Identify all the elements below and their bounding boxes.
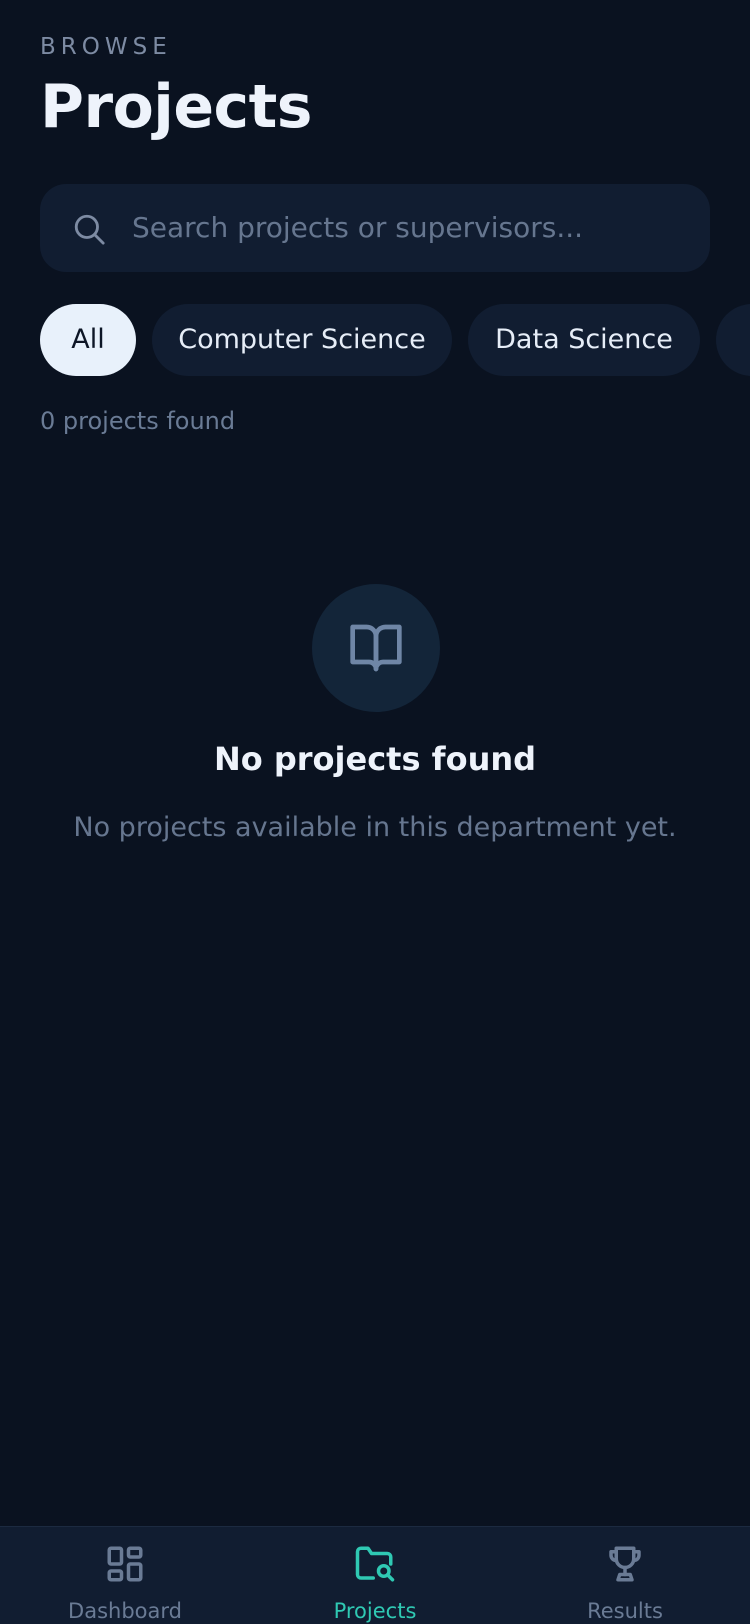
search-icon (74, 214, 105, 245)
nav-label-projects: Projects (333, 1599, 417, 1623)
empty-state-icon-circle (312, 584, 440, 712)
filter-chip-next[interactable]: S (716, 304, 750, 376)
nav-item-results[interactable]: Results (500, 1527, 750, 1624)
search-input[interactable]: Search projects or supervisors... (40, 184, 710, 272)
empty-state-subtitle: No projects available in this department… (73, 812, 677, 843)
page-eyebrow: BROWSE (40, 34, 172, 60)
nav-label-results: Results (587, 1599, 663, 1623)
nav-label-dashboard: Dashboard (68, 1599, 182, 1623)
folder-search-icon (355, 1546, 395, 1582)
filter-chip-computer-science[interactable]: Computer Science (152, 304, 452, 376)
empty-state-title: No projects found (213, 740, 537, 778)
search-placeholder: Search projects or supervisors... (132, 211, 584, 244)
trophy-icon (609, 1546, 641, 1582)
page-title: Projects (40, 72, 313, 142)
filter-chip-data-science[interactable]: Data Science (468, 304, 700, 376)
filter-chips: All Computer Science Data Science S (40, 304, 750, 376)
nav-item-dashboard[interactable]: Dashboard (0, 1527, 250, 1624)
filter-chip-all[interactable]: All (40, 304, 136, 376)
projects-screen: BROWSE Projects Search projects or super… (0, 0, 750, 1624)
nav-item-projects[interactable]: Projects (250, 1527, 500, 1624)
bottom-nav: Dashboard Projects Results (0, 1526, 750, 1624)
results-count: 0 projects found (40, 407, 236, 435)
dashboard-grid-icon (107, 1546, 143, 1582)
book-open-icon (350, 624, 402, 672)
